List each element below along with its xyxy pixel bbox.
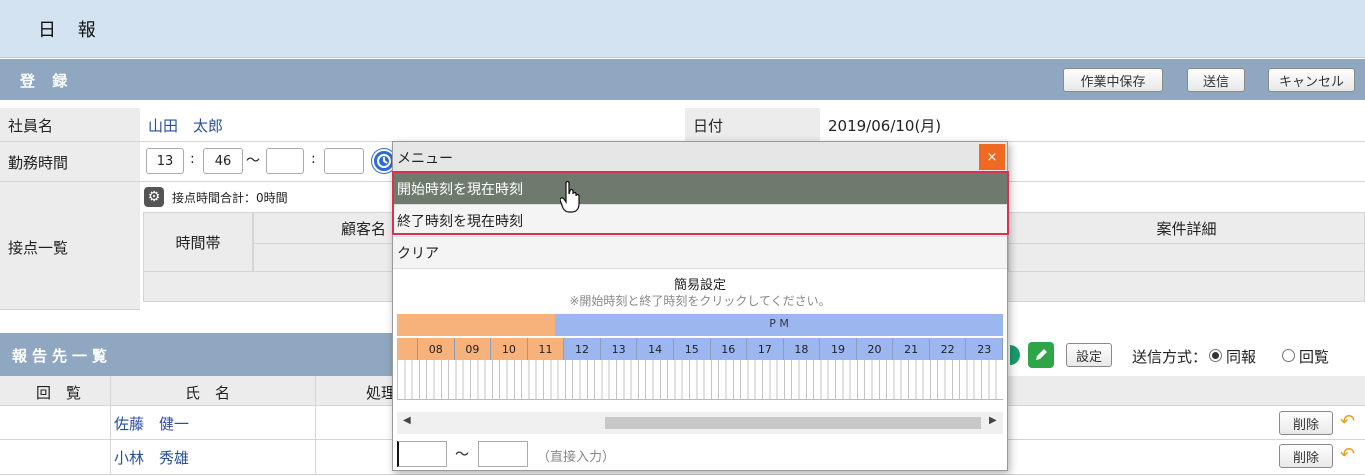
hour-cell[interactable]: 11 [527, 338, 565, 360]
quick-settings-title: 簡易設定 [673, 278, 726, 293]
cancel-button[interactable]: キャンセル [1268, 68, 1355, 92]
send-method-broadcast-label: 同報 [1226, 348, 1257, 366]
end-hour-input[interactable] [266, 148, 304, 174]
hour-cell[interactable]: 08 [418, 338, 455, 360]
send-method-circulation-label: 回覧 [1299, 348, 1330, 366]
highlight-box [392, 171, 1009, 235]
undo-icon[interactable]: ↶ [1340, 411, 1355, 432]
time-range-tilde: 〜 [246, 153, 260, 169]
date-label: 日付 [693, 117, 724, 135]
menu-item-clear[interactable]: クリア [393, 237, 1007, 269]
hour-cell[interactable]: 10 [491, 338, 528, 360]
contact-list-label: 接点一覧 [8, 239, 69, 257]
hour-cell[interactable]: 17 [747, 338, 784, 360]
recipient-name-link[interactable]: 佐藤 健一 [114, 413, 189, 434]
hour-row: 08 09 10 11 12 13 14 15 16 17 18 19 20 21 22 23 [397, 338, 1003, 360]
hour-cell[interactable]: 22 [929, 338, 967, 360]
hour-cell[interactable]: 21 [893, 338, 930, 360]
hand-pointer-icon [559, 180, 582, 217]
gear-icon[interactable]: ⚙ [144, 187, 164, 207]
hour-cell[interactable]: 19 [820, 338, 857, 360]
undo-icon[interactable]: ↶ [1340, 444, 1355, 465]
direct-end-input[interactable] [478, 441, 528, 467]
hour-cell[interactable]: 12 [564, 338, 601, 360]
send-method-circulation-radio[interactable] [1282, 349, 1295, 362]
customer-subheader [253, 244, 393, 272]
case-detail-subheader [1008, 244, 1365, 272]
employee-label: 社員名 [8, 117, 54, 135]
delete-button[interactable]: 削除 [1279, 411, 1333, 435]
customer-name-column-header: 顧客名 [253, 212, 393, 244]
register-section-title: 登 録 [20, 72, 74, 90]
report-section-title: 報告先一覧 [12, 347, 113, 365]
scroll-right-icon[interactable]: ▶ [989, 415, 997, 426]
settings-button[interactable]: 設定 [1066, 343, 1112, 367]
time-slot-header-label: 時間帯 [175, 233, 221, 252]
popup-title: メニュー [397, 151, 453, 167]
hour-cell[interactable]: 14 [637, 338, 674, 360]
page-title-bar [0, 0, 1365, 58]
direct-input-hint: （直接入力） [537, 450, 616, 465]
start-hour-input[interactable]: 13 [146, 148, 184, 174]
case-detail-header-label: 案件詳細 [1156, 219, 1217, 238]
hour-cell[interactable]: 20 [856, 338, 894, 360]
page-title: 日 報 [38, 20, 104, 41]
direct-input-tilde: 〜 [455, 447, 469, 463]
start-minute-input[interactable]: 46 [203, 148, 243, 174]
case-detail-column-header: 案件詳細 [1008, 212, 1365, 244]
hour-cell[interactable]: 13 [600, 338, 638, 360]
date-value: 2019/06/10(月) [828, 117, 942, 135]
hour-cell[interactable]: 09 [454, 338, 492, 360]
save-work-button[interactable]: 作業中保存 [1063, 68, 1163, 92]
hour-cell[interactable]: 18 [783, 338, 821, 360]
recipient-name-link[interactable]: 小林 秀雄 [114, 447, 189, 468]
scrollbar-thumb[interactable] [605, 417, 981, 429]
direct-start-input[interactable] [397, 441, 447, 467]
hour-cell-partial[interactable] [397, 338, 418, 360]
time-slot-column-header: 時間帯 [143, 212, 253, 272]
circulation-column-header: 回 覧 [36, 384, 82, 402]
time-ticks[interactable] [397, 360, 1003, 400]
delete-button[interactable]: 削除 [1279, 444, 1333, 468]
hour-cell[interactable]: 16 [710, 338, 748, 360]
horizontal-scrollbar[interactable]: ◀ ▶ [397, 412, 1003, 434]
hour-cell[interactable]: 15 [673, 338, 711, 360]
name-column-header: 氏 名 [185, 384, 231, 402]
popup-header: メニュー [393, 142, 1007, 172]
edit-pencil-icon[interactable] [1028, 342, 1054, 368]
time-colon-1: : [190, 151, 195, 167]
scroll-left-icon[interactable]: ◀ [403, 415, 411, 426]
work-time-label: 勤務時間 [8, 154, 69, 172]
contact-total-text: 接点時間合計：0時間 [172, 191, 288, 205]
send-button[interactable]: 送信 [1187, 68, 1245, 92]
quick-settings-note: ※開始時刻と終了時刻をクリックしてください。 [569, 294, 831, 308]
end-minute-input[interactable] [324, 148, 364, 174]
hour-cell[interactable]: 23 [966, 338, 1003, 360]
employee-name-link[interactable]: 山田 太郎 [148, 115, 223, 136]
send-method-label: 送信方式： [1132, 348, 1208, 366]
send-method-broadcast-radio[interactable] [1209, 349, 1222, 362]
close-icon[interactable]: × [979, 144, 1005, 170]
customer-name-header-label: 顧客名 [340, 219, 386, 238]
pm-label: P M [769, 317, 789, 330]
time-colon-2: : [311, 151, 316, 167]
am-band [397, 314, 555, 336]
